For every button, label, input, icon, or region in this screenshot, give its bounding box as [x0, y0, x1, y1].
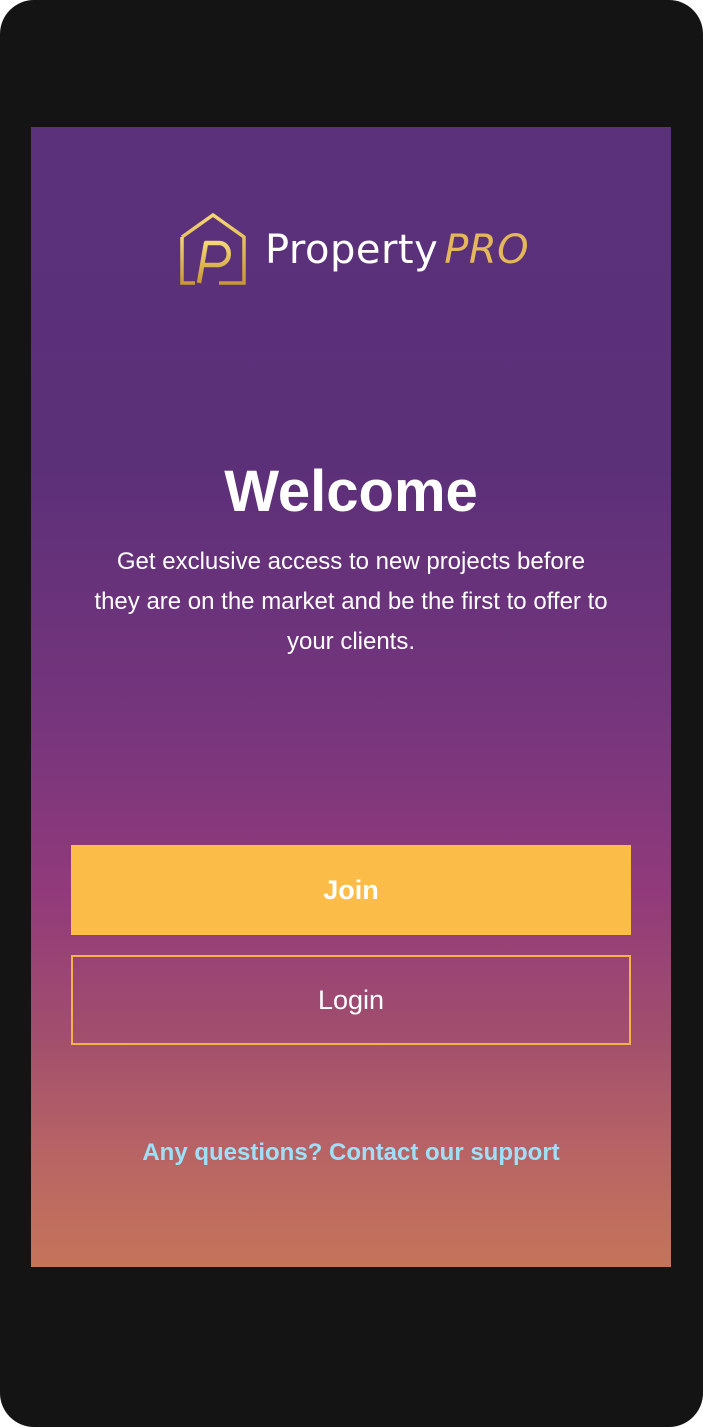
join-button-label: Join — [323, 874, 379, 905]
brand-wordmark: Property PRO — [265, 223, 529, 277]
welcome-screen: Property PRO Welcome Get exclusive access… — [31, 127, 671, 1267]
house-p-logo-icon — [180, 213, 246, 285]
join-button[interactable]: Join — [71, 845, 631, 935]
app-logo: Property PRO — [179, 213, 539, 287]
welcome-subtitle: Get exclusive access to new projects bef… — [94, 548, 608, 655]
login-button-label: Login — [317, 984, 385, 1015]
page-title: Welcome — [224, 459, 478, 524]
login-button[interactable]: Login — [71, 955, 631, 1045]
phone-frame: Property PRO Welcome Get exclusive access… — [0, 0, 703, 1427]
contact-support-link[interactable]: Any questions? Contact our support — [31, 1135, 671, 1171]
brand-name-primary: Property — [265, 227, 439, 273]
brand-name-secondary: PRO — [444, 227, 530, 273]
